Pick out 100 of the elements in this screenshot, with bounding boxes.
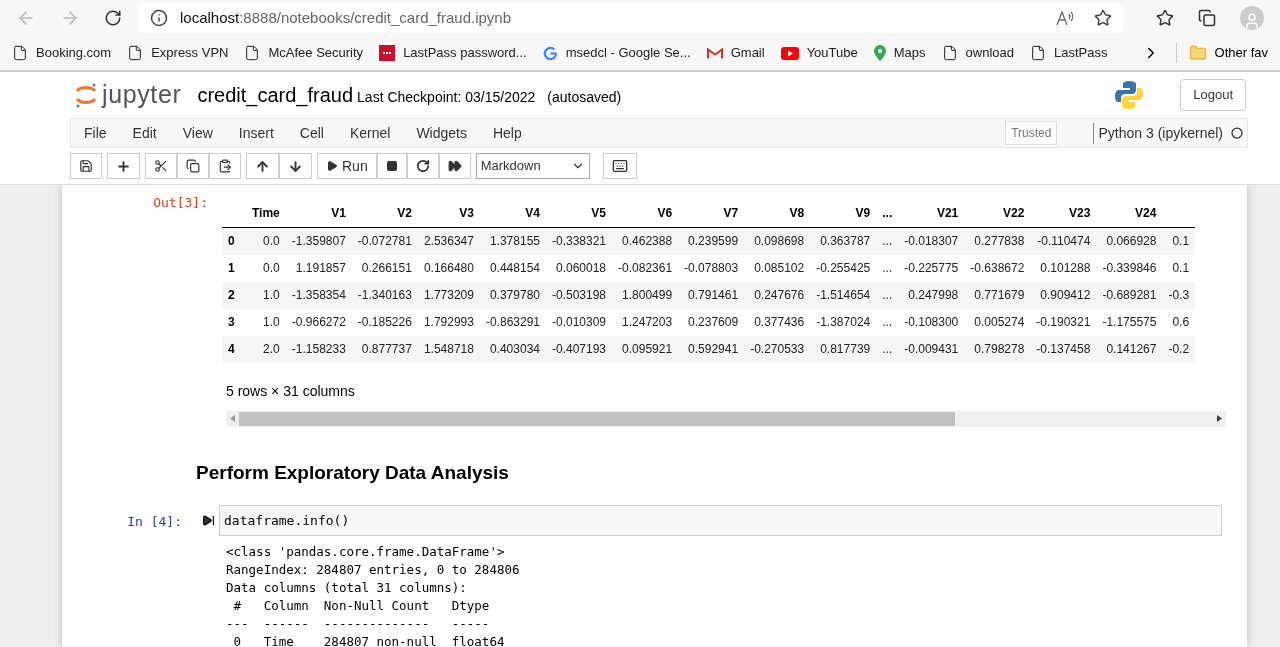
table-cell: 0.066928: [1096, 227, 1163, 255]
url-text: localhost:8888/notebooks/credit_card_fraud.ipynb: [180, 7, 513, 28]
code-input[interactable]: dataframe.info(): [219, 505, 1222, 536]
notebook-name[interactable]: credit_card_fraud: [197, 80, 354, 110]
add-favorite-icon[interactable]: [1094, 9, 1112, 27]
table-cell: 0.247676: [744, 281, 811, 309]
play-icon: [326, 160, 338, 172]
horizontal-scrollbar[interactable]: [226, 410, 1226, 427]
table-cell: 1.0: [246, 281, 286, 309]
bookmark-item[interactable]: Express VPN: [127, 43, 229, 63]
output-prompt: Out[3]:: [152, 194, 209, 212]
table-cell: -0.638672: [964, 254, 1031, 282]
fast-forward-icon: [447, 159, 462, 173]
bookmark-item[interactable]: YouTube: [780, 43, 858, 63]
table-cell: -1.358354: [285, 281, 352, 309]
bookmark-item[interactable]: Gmail: [706, 43, 765, 63]
scrollbar-thumb[interactable]: [239, 411, 955, 426]
restart-button[interactable]: [406, 153, 439, 179]
column-header: V23: [1030, 199, 1097, 228]
menu-item[interactable]: Edit: [119, 122, 170, 144]
bookmark-item[interactable]: LastPass password...: [379, 43, 527, 63]
menu-item[interactable]: Widgets: [403, 122, 480, 144]
other-favorites-item[interactable]: Other fav: [1175, 43, 1268, 63]
cell-type-dropdown[interactable]: Markdown: [475, 153, 590, 179]
checkpoint-text: Last Checkpoint: 03/15/2022: [357, 87, 536, 107]
table-cell: 0.247998: [898, 281, 965, 309]
table-cell: -0.190321: [1030, 308, 1097, 336]
menu-item[interactable]: Help: [479, 122, 535, 144]
table-cell: -1.340163: [351, 281, 418, 309]
table-cell: 1.773209: [417, 281, 480, 309]
row-index: 2: [222, 281, 246, 309]
column-header: ...: [876, 199, 899, 228]
column-header: V22: [964, 199, 1031, 228]
menu-item[interactable]: Kernel: [336, 122, 404, 144]
move-up-button[interactable]: [246, 153, 279, 179]
table-cell: ...: [876, 227, 899, 255]
address-bar[interactable]: localhost:8888/notebooks/credit_card_fraud.ipynb: [138, 3, 1124, 33]
dots-icon: [379, 45, 396, 61]
bookmark-item[interactable]: Maps: [873, 43, 926, 63]
insert-cell-button[interactable]: [107, 153, 140, 179]
page-icon: [1029, 45, 1046, 61]
table-cell: 0.462388: [612, 227, 679, 255]
table-cell: -0.137458: [1030, 335, 1097, 363]
kernel-name[interactable]: Python 3 (ipykernel): [1093, 122, 1223, 144]
column-header: V7: [678, 199, 745, 228]
read-aloud-icon[interactable]: [1056, 10, 1074, 26]
collections-icon[interactable]: [1198, 9, 1216, 27]
bookmark-item[interactable]: msedcl - Google Se...: [542, 43, 691, 63]
table-cell: -0.110474: [1030, 227, 1097, 255]
play-logo-icon: [780, 46, 799, 60]
table-cell: -0.863291: [479, 308, 546, 336]
scissors-icon: [154, 159, 168, 173]
output-line: # Column Non-Null Count Dtype: [232, 597, 491, 615]
bookmark-item[interactable]: ownload: [941, 43, 1014, 63]
table-cell: -1.514654: [810, 281, 877, 309]
menu-item[interactable]: Cell: [286, 122, 337, 144]
interrupt-button[interactable]: [376, 153, 407, 179]
column-header: V5: [546, 199, 613, 228]
table-cell: 0.363787: [810, 227, 877, 255]
menu-item[interactable]: Insert: [225, 122, 287, 144]
copy-button[interactable]: [177, 153, 209, 179]
run-button[interactable]: Run: [317, 153, 377, 179]
menu-item[interactable]: View: [169, 122, 226, 144]
page-icon: [244, 45, 261, 61]
table-cell: 0.0: [246, 227, 286, 255]
table-cell: 0.005274: [964, 308, 1031, 336]
bookmark-item[interactable]: McAfee Security: [244, 43, 364, 63]
table-cell: 1.548718: [417, 335, 480, 363]
logo-text: jupyter: [102, 79, 182, 111]
cut-button[interactable]: [145, 153, 177, 179]
paste-button[interactable]: [209, 153, 241, 179]
move-down-button[interactable]: [279, 153, 312, 179]
bookmark-item[interactable]: LastPass: [1029, 43, 1108, 63]
save-button[interactable]: [70, 153, 102, 179]
output-line: --- ------ -------------- -----: [226, 615, 491, 633]
column-header: V3: [417, 199, 480, 228]
table-cell: 0.095921: [612, 335, 679, 363]
column-header: V1: [285, 199, 352, 228]
scroll-right-icon[interactable]: [1217, 415, 1222, 422]
table-cell: 0.101288: [1030, 254, 1097, 282]
table-cell: ...: [876, 254, 899, 282]
favorites-icon[interactable]: [1156, 9, 1174, 27]
table-cell: -0.503198: [546, 281, 613, 309]
run-cell-icon[interactable]: [202, 514, 215, 527]
menu-item[interactable]: File: [71, 122, 120, 144]
clipboard-icon: [218, 159, 232, 173]
table-cell: 0.237609: [678, 308, 745, 336]
table-cell: ...: [876, 308, 899, 336]
trusted-indicator[interactable]: Trusted: [1005, 121, 1058, 145]
row-index: 0: [222, 227, 246, 255]
logout-button[interactable]: Logout: [1180, 79, 1246, 111]
bookmark-item[interactable]: Booking.com: [12, 43, 112, 63]
table-cell: 0.909412: [1030, 281, 1097, 309]
table-cell: -0.338321: [546, 227, 613, 255]
reload-icon[interactable]: [104, 9, 122, 27]
table-cell: -0.225775: [898, 254, 965, 282]
keyboard-shortcuts-button[interactable]: [602, 153, 637, 179]
table-cell: ...: [876, 335, 899, 363]
table-cell: 0.403034: [479, 335, 546, 363]
restart-run-all-button[interactable]: [438, 153, 471, 179]
